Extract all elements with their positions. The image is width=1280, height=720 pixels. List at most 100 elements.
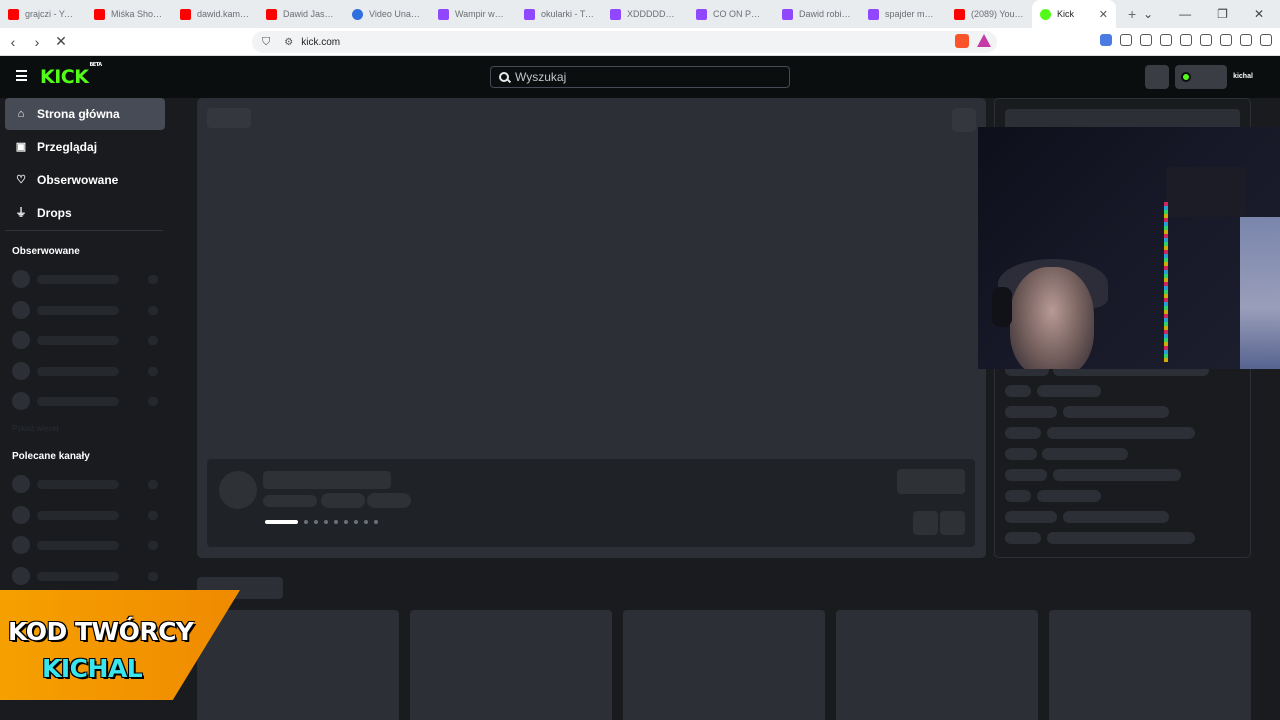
- browser-tab[interactable]: Dawid robi św: [774, 0, 860, 28]
- carousel-dot[interactable]: [334, 520, 338, 524]
- featured-carousel[interactable]: [197, 98, 986, 558]
- list-item-skeleton: [12, 475, 162, 493]
- tag-skeleton: [321, 493, 365, 508]
- user-avatar[interactable]: kichal: [1232, 65, 1254, 89]
- browser-tab[interactable]: Wampir was p: [430, 0, 516, 28]
- browser-tab[interactable]: spajder men -: [860, 0, 946, 28]
- extension-icon[interactable]: [1160, 34, 1172, 46]
- stop-icon[interactable]: ✕: [50, 33, 72, 50]
- followed-section-title: Obserwowane: [12, 246, 80, 257]
- browse-icon: ▣: [15, 141, 27, 153]
- browser-tab[interactable]: grajczi - YouTu: [0, 0, 86, 28]
- sidebar-item-following[interactable]: ♡ Obserwowane: [5, 164, 165, 196]
- stream-card-skeleton[interactable]: [1049, 610, 1251, 720]
- window-controls: ⌄ — ❐ ✕: [1143, 0, 1280, 28]
- forward-icon[interactable]: ›: [26, 34, 48, 50]
- back-icon[interactable]: ‹: [2, 34, 24, 50]
- list-item-skeleton: [12, 270, 162, 288]
- leo-icon[interactable]: [1220, 34, 1232, 46]
- creator-code-label: KOD TWÓRCY: [8, 617, 194, 646]
- drops-icon: ⏚: [15, 207, 27, 219]
- menu-icon[interactable]: [1260, 34, 1272, 46]
- sidebar-divider: [5, 230, 163, 231]
- show-more-link[interactable]: Pokaż więcej: [12, 424, 59, 433]
- search-input[interactable]: Wyszukaj: [490, 66, 790, 88]
- new-tab-button[interactable]: +: [1128, 6, 1136, 22]
- carousel-dot[interactable]: [354, 520, 358, 524]
- sidebar-icon[interactable]: [1180, 34, 1192, 46]
- carousel-dot[interactable]: [304, 520, 308, 524]
- browser-tab[interactable]: CO ON POWIE: [688, 0, 774, 28]
- sidebar-item-home[interactable]: ⌂ Strona główna: [5, 98, 165, 130]
- twitch-icon: [868, 8, 879, 20]
- twitch-icon: [438, 8, 449, 20]
- youtube-icon: [180, 8, 191, 20]
- title-skeleton: [263, 471, 391, 489]
- kick-points-icon: [1181, 72, 1191, 82]
- brave-shield-icon[interactable]: [955, 34, 969, 48]
- list-item-skeleton: [12, 392, 162, 410]
- brave-shields: [955, 34, 991, 48]
- list-item-skeleton: [12, 506, 162, 524]
- carousel-dot[interactable]: [324, 520, 328, 524]
- tag-skeleton: [367, 493, 411, 508]
- recommended-section-title: Polecane kanały: [12, 451, 90, 462]
- translate-icon[interactable]: [1100, 34, 1112, 46]
- brave-rewards-icon[interactable]: [977, 34, 991, 47]
- twitch-icon: [696, 8, 707, 20]
- close-window-icon[interactable]: ✕: [1254, 7, 1264, 21]
- list-item-skeleton: [12, 331, 162, 349]
- carousel-dot-active[interactable]: [265, 520, 298, 524]
- stream-card-skeleton[interactable]: [410, 610, 612, 720]
- notifications-button[interactable]: [1145, 65, 1169, 89]
- browser-tab[interactable]: (2089) YouTub: [946, 0, 1032, 28]
- browser-tab[interactable]: dawid.kamil.ja: [172, 0, 258, 28]
- stream-card-skeleton[interactable]: [623, 610, 825, 720]
- kick-logo[interactable]: KICKBETA: [40, 62, 102, 88]
- headset: [992, 287, 1012, 327]
- carousel-tag-skeleton: [207, 108, 251, 128]
- carousel-dot[interactable]: [364, 520, 368, 524]
- sidebar-item-browse[interactable]: ▣ Przeglądaj: [5, 131, 165, 163]
- youtube-icon: [954, 8, 965, 20]
- extension-icon[interactable]: [1140, 34, 1152, 46]
- heart-icon: ♡: [16, 174, 26, 186]
- browser-tab[interactable]: Dawid Jasper: [258, 0, 344, 28]
- streamer-face: [1010, 267, 1094, 369]
- carousel-dot[interactable]: [314, 520, 318, 524]
- list-item-skeleton: [12, 362, 162, 380]
- watch-button-skeleton: [897, 469, 965, 494]
- twitch-icon: [782, 8, 793, 20]
- wallet-icon[interactable]: [1200, 34, 1212, 46]
- youtube-icon: [94, 8, 105, 20]
- extension-icon[interactable]: [1120, 34, 1132, 46]
- carousel-button-skeleton: [952, 108, 976, 132]
- vpn-icon[interactable]: [1240, 34, 1252, 46]
- tab-search-icon[interactable]: ⌄: [1143, 7, 1153, 21]
- browser-tab-active[interactable]: Kick ✕: [1032, 0, 1116, 28]
- browser-tab[interactable]: Miśka Shoty -: [86, 0, 172, 28]
- url-text: kick.com: [301, 36, 341, 48]
- hamburger-menu-icon[interactable]: [16, 70, 27, 82]
- browser-tab[interactable]: Video Unavaila: [344, 0, 430, 28]
- maximize-icon[interactable]: ❐: [1217, 7, 1228, 21]
- address-bar: ‹ › ✕ ⛉ ⚙ kick.com: [0, 28, 1280, 56]
- carousel-dot[interactable]: [374, 520, 378, 524]
- featured-stream-info: [207, 459, 975, 547]
- creator-code-badge: KOD TWÓRCY KICHAL: [0, 590, 240, 700]
- stream-card-skeleton[interactable]: [836, 610, 1038, 720]
- avatar: [219, 471, 257, 509]
- kick-points-button[interactable]: [1175, 65, 1227, 89]
- minimize-icon[interactable]: —: [1179, 7, 1191, 21]
- bookmark-icon[interactable]: ⛉: [262, 36, 270, 49]
- carousel-dot[interactable]: [344, 520, 348, 524]
- next-button-skeleton: [940, 511, 965, 535]
- home-icon: ⌂: [17, 108, 25, 120]
- browser-tab[interactable]: XDDDDDDD -: [602, 0, 688, 28]
- search-placeholder: Wyszukaj: [515, 70, 567, 84]
- sidebar-item-drops[interactable]: ⏚ Drops: [5, 197, 165, 229]
- url-field[interactable]: ⛉ ⚙ kick.com: [252, 31, 997, 53]
- browser-tab[interactable]: okularki - Twit: [516, 0, 602, 28]
- close-tab-icon[interactable]: ✕: [1099, 8, 1108, 21]
- site-info-icon[interactable]: ⚙: [284, 37, 293, 48]
